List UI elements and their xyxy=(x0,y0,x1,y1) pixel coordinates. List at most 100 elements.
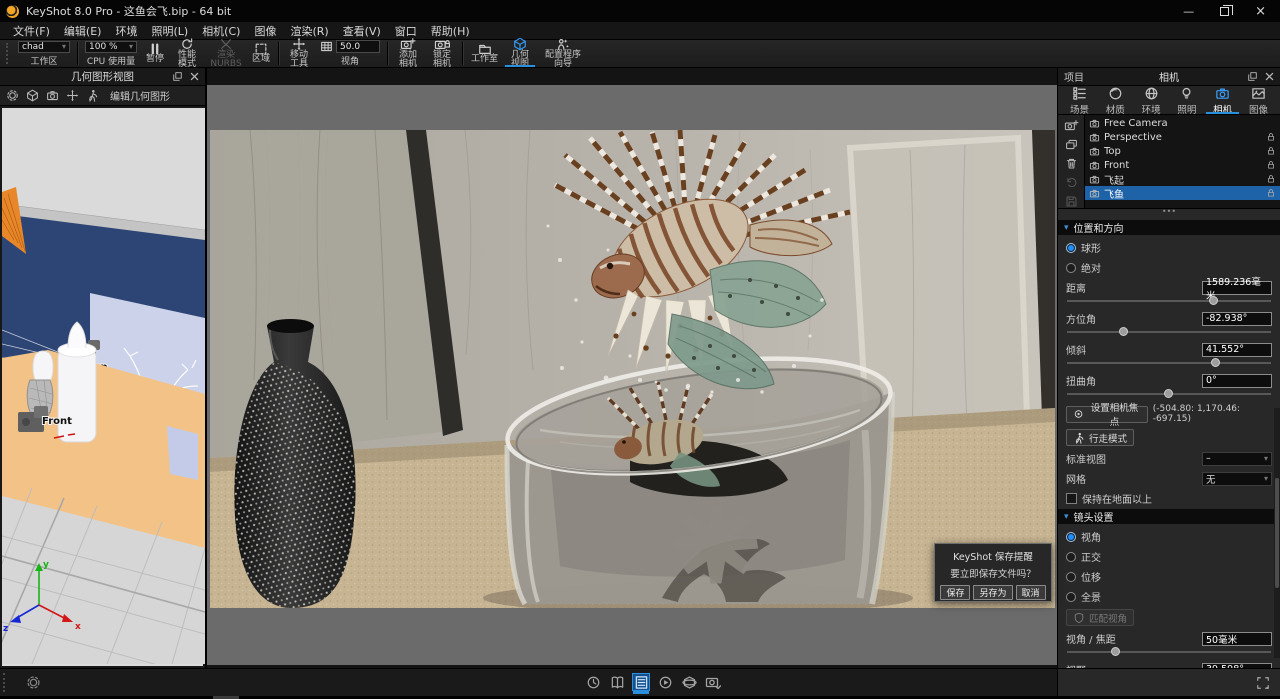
edit-geometry-button[interactable]: 编辑几何图形 xyxy=(110,88,170,103)
realtime-render-viewport[interactable]: KeyShot 保存提醒 要立即保存文件吗？ 保存 另存为 取消 xyxy=(207,68,1057,668)
configurator-wizard-button[interactable]: 配置程序向导 xyxy=(537,40,589,67)
toolbar-drag-handle[interactable] xyxy=(6,43,10,64)
walk-mode-icon[interactable] xyxy=(86,89,99,102)
section-lens-settings[interactable]: ▾镜头设置 xyxy=(1058,509,1280,524)
cpu-usage-icon[interactable] xyxy=(584,673,602,691)
distance-field[interactable]: 1589.236毫米 xyxy=(1202,281,1272,295)
tab-scene[interactable]: 场景 xyxy=(1062,87,1097,114)
panel-scrollbar[interactable] xyxy=(1274,408,1280,658)
fov-input[interactable]: 50.0 xyxy=(336,40,380,53)
dialog-save-button[interactable]: 保存 xyxy=(940,585,970,600)
lock-camera-icon xyxy=(434,38,450,51)
geometry-panel-close-icon[interactable] xyxy=(189,71,200,82)
library-icon[interactable] xyxy=(608,673,626,691)
animation-icon[interactable] xyxy=(656,673,674,691)
performance-mode-icon xyxy=(180,38,194,51)
shift-radio[interactable] xyxy=(1066,572,1076,582)
menu-edit[interactable]: 编辑(E) xyxy=(57,23,109,39)
move-tool-button[interactable]: 移动工具 xyxy=(282,40,316,67)
standard-view-select[interactable]: –▾ xyxy=(1202,452,1272,466)
region-button[interactable]: 区域 xyxy=(247,40,275,67)
camera-row-top[interactable]: Top xyxy=(1085,144,1280,158)
inclination-slider[interactable] xyxy=(1067,358,1271,368)
dialog-cancel-button[interactable]: 取消 xyxy=(1016,585,1046,600)
tab-image[interactable]: 图像 xyxy=(1241,87,1276,114)
distance-slider[interactable] xyxy=(1067,296,1271,306)
focal-length-field[interactable]: 50毫米 xyxy=(1202,632,1272,646)
twist-field[interactable]: 0° xyxy=(1202,374,1272,388)
camera-row-front[interactable]: Front xyxy=(1085,158,1280,172)
azimuth-slider[interactable] xyxy=(1067,327,1271,337)
pause-button[interactable]: 暂停 xyxy=(141,40,169,67)
section-position-orientation[interactable]: ▾位置和方向 xyxy=(1058,220,1280,235)
grid-select[interactable]: 无▾ xyxy=(1202,472,1272,486)
orthographic-radio[interactable] xyxy=(1066,552,1076,562)
minimize-button[interactable]: — xyxy=(1183,5,1194,18)
geometry-panel-float-icon[interactable] xyxy=(172,71,183,82)
absolute-radio[interactable] xyxy=(1066,263,1076,273)
dialog-save-as-button[interactable]: 另存为 xyxy=(973,585,1012,600)
walk-mode-button[interactable]: 行走模式 xyxy=(1066,429,1134,446)
camera-row-perspective[interactable]: Perspective xyxy=(1085,130,1280,144)
performance-mode-button[interactable]: 性能模式 xyxy=(169,40,205,67)
twist-slider[interactable] xyxy=(1067,389,1271,399)
menu-image[interactable]: 图像 xyxy=(247,23,283,39)
tab-camera[interactable]: 相机 xyxy=(1205,87,1240,114)
menu-help[interactable]: 帮助(H) xyxy=(424,23,477,39)
add-camera-button[interactable]: 添加相机 xyxy=(391,40,425,67)
project-panel: 项目 相机 场景 材质 环境 照明 相机 图像 Free Cam xyxy=(1057,68,1280,668)
spherical-radio[interactable] xyxy=(1066,243,1076,253)
geometry-view-icon xyxy=(513,38,527,51)
move-gizmo-icon[interactable] xyxy=(66,89,79,102)
fov-control[interactable]: 50.0 视角 xyxy=(316,40,384,67)
statusbar-gear-icon[interactable] xyxy=(26,675,41,690)
screenshot-crop-icon[interactable] xyxy=(1256,676,1270,690)
camera-row-feiyu[interactable]: 飞鱼 xyxy=(1085,186,1280,200)
camera-row-free[interactable]: Free Camera xyxy=(1085,116,1280,130)
keep-above-ground-checkbox[interactable] xyxy=(1066,493,1077,504)
tab-material[interactable]: 材质 xyxy=(1098,87,1133,114)
geometry-view-button[interactable]: 几何视图 xyxy=(503,40,537,67)
inclination-field[interactable]: 41.552° xyxy=(1202,343,1272,357)
azimuth-field[interactable]: -82.938° xyxy=(1202,312,1272,326)
save-reminder-dialog: KeyShot 保存提醒 要立即保存文件吗？ 保存 另存为 取消 xyxy=(934,543,1052,602)
render-icon[interactable] xyxy=(704,673,722,691)
camera-icon xyxy=(1089,188,1100,199)
tab-environment[interactable]: 环境 xyxy=(1134,87,1169,114)
menu-file[interactable]: 文件(F) xyxy=(6,23,57,39)
camera-icon xyxy=(1089,160,1100,171)
project-panel-close-icon[interactable] xyxy=(1264,71,1275,82)
add-camera-list-icon[interactable] xyxy=(1064,119,1079,132)
list-resize-handle[interactable]: ••• xyxy=(1058,209,1280,217)
duplicate-camera-icon[interactable] xyxy=(1065,138,1078,151)
match-perspective-button[interactable]: 匹配视角 xyxy=(1066,609,1134,626)
wire-cube-icon[interactable] xyxy=(26,89,39,102)
save-camera-icon[interactable] xyxy=(1065,195,1078,208)
menu-environment[interactable]: 环境 xyxy=(108,23,144,39)
tab-lighting[interactable]: 照明 xyxy=(1169,87,1204,114)
restore-button[interactable] xyxy=(1220,7,1229,16)
panoramic-radio[interactable] xyxy=(1066,592,1076,602)
set-camera-focus-button[interactable]: 设置相机焦点 xyxy=(1066,406,1148,423)
perspective-radio[interactable] xyxy=(1066,532,1076,542)
statusbar-drag-handle[interactable] xyxy=(3,673,5,692)
keyshotxr-icon[interactable] xyxy=(680,673,698,691)
reset-camera-icon[interactable] xyxy=(1065,176,1078,189)
focal-length-label: 视角 / 焦距 xyxy=(1066,631,1116,646)
geometry-viewport[interactable]: Top Front xyxy=(2,108,203,666)
cpu-usage-select[interactable]: 100 %▾ CPU 使用量 xyxy=(81,40,141,67)
focal-length-slider[interactable] xyxy=(1067,647,1271,657)
workspace-select[interactable]: chad▾ 工作区 xyxy=(14,40,74,67)
studio-button[interactable]: 工作室 xyxy=(466,40,503,67)
camera-view-icon[interactable] xyxy=(46,89,59,102)
menu-view[interactable]: 查看(V) xyxy=(336,23,388,39)
project-panel-float-icon[interactable] xyxy=(1247,71,1258,82)
camera-row-feiqi[interactable]: 飞起 xyxy=(1085,172,1280,186)
lock-camera-button[interactable]: 锁定相机 xyxy=(425,40,459,67)
add-camera-icon xyxy=(400,38,416,51)
close-button[interactable]: × xyxy=(1255,4,1266,19)
delete-camera-icon[interactable] xyxy=(1065,157,1078,170)
settings-gear-icon[interactable] xyxy=(6,89,19,102)
project-icon[interactable] xyxy=(632,673,650,691)
render-nurbs-button[interactable]: 渲染NURBS xyxy=(205,40,247,67)
